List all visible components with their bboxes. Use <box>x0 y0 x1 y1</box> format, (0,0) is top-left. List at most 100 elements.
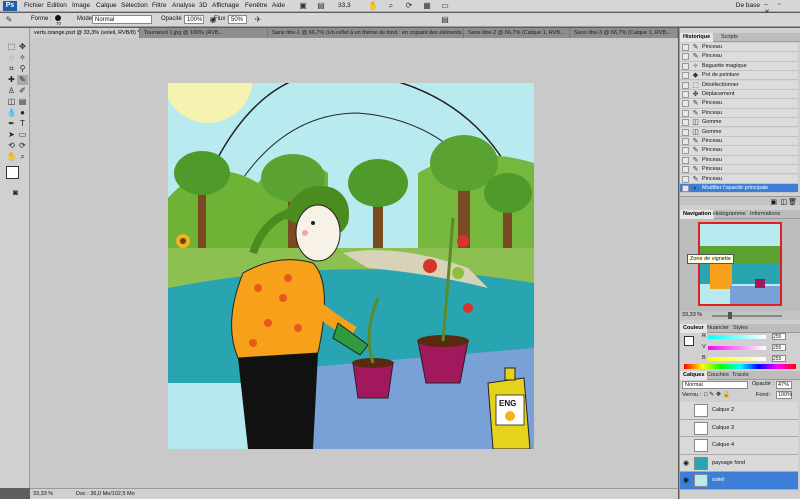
navigator-slider-handle[interactable] <box>728 312 732 319</box>
eye-hidden-icon[interactable] <box>683 407 690 414</box>
opacity-field[interactable]: 100% <box>184 15 204 24</box>
eye-visible-icon[interactable]: ◉ <box>683 477 690 484</box>
history-row[interactable]: ✥ Déplacement <box>680 90 798 100</box>
menu-analyse[interactable]: Analyse <box>172 2 195 9</box>
layer-row[interactable]: Calque 4 <box>680 437 798 455</box>
history-checkbox[interactable] <box>682 72 689 80</box>
eraser-tool-icon[interactable]: ◫ <box>6 97 17 107</box>
tab-nuancier[interactable]: Nuancier <box>704 324 732 333</box>
channel-r-slider[interactable] <box>708 335 766 339</box>
history-row[interactable]: ⬚ Désélectionner <box>680 80 798 90</box>
channel-b-value[interactable]: 255 <box>772 355 786 362</box>
tab-traces[interactable]: Tracés <box>729 371 752 380</box>
layer-name[interactable]: Calque 2 <box>712 402 734 419</box>
history-checkbox[interactable] <box>682 147 689 155</box>
history-checkbox[interactable] <box>682 138 689 145</box>
tab-document-2[interactable]: Tournesol 1.jpg @ 100% (RVB... <box>140 28 268 38</box>
crop-tool-icon[interactable]: ⌗ <box>6 64 17 74</box>
zoom-level[interactable]: 33,3 <box>338 2 351 9</box>
history-row[interactable]: ✎ Pinceau <box>680 99 798 109</box>
history-row[interactable]: ✎ Pinceau <box>680 155 798 165</box>
airbrush-icon[interactable]: ✈ <box>253 15 263 24</box>
history-row[interactable]: ✎ Pinceau <box>680 43 798 53</box>
history-row[interactable]: ✧ Baguette magique <box>680 61 798 71</box>
channel-v-slider[interactable] <box>708 346 766 350</box>
move-tool-icon[interactable]: ✥ <box>17 42 28 52</box>
zoom-tool-icon[interactable]: ⌕ <box>386 1 396 10</box>
quick-select-tool-icon[interactable]: ✧ <box>17 53 28 63</box>
history-row[interactable]: ✎ Pinceau <box>680 146 798 156</box>
history-row[interactable]: ◫ Gomme <box>680 127 798 137</box>
zoom-tool-icon[interactable]: ⌕ <box>17 152 28 162</box>
menu-fichier[interactable]: Fichier <box>24 2 44 9</box>
foreground-color-swatch[interactable] <box>6 166 19 179</box>
eye-hidden-icon[interactable] <box>683 442 690 449</box>
tab-document-5[interactable]: Sans titre-3 @ 66,7% (Calque 1, RVB... <box>570 28 678 38</box>
history-checkbox[interactable] <box>682 185 689 192</box>
menu-aide[interactable]: Aide <box>272 2 285 9</box>
delete-state-icon[interactable]: 🗑 <box>788 198 797 206</box>
eyedropper-tool-icon[interactable]: ⚲ <box>17 64 28 74</box>
brush-panel-icon[interactable]: ▤ <box>440 15 450 24</box>
history-row[interactable]: ✎ Pinceau <box>680 165 798 175</box>
gradient-tool-icon[interactable]: ▤ <box>17 97 28 107</box>
new-snapshot-icon[interactable]: ▣ <box>770 198 777 206</box>
bridge-icon[interactable]: ▣ <box>298 1 308 10</box>
history-row[interactable]: ◐ Modifier l'opacité principale <box>680 184 798 194</box>
layer-name[interactable]: Calque 4 <box>712 437 734 454</box>
tab-document-4[interactable]: Sans titre-2 @ 66,7% (Calque 1, RVB... <box>464 28 570 38</box>
menu-3d[interactable]: 3D <box>199 2 207 9</box>
history-checkbox[interactable] <box>682 91 689 98</box>
clone-stamp-tool-icon[interactable]: ♙ <box>6 86 17 96</box>
dodge-tool-icon[interactable]: ● <box>17 108 28 118</box>
layer-name[interactable]: paysage fond <box>712 455 745 472</box>
history-checkbox[interactable] <box>682 53 689 61</box>
menu-edition[interactable]: Edition <box>47 2 67 9</box>
history-checkbox[interactable] <box>682 119 689 127</box>
history-checkbox[interactable] <box>682 44 689 51</box>
shape-tool-icon[interactable]: ▭ <box>17 130 28 140</box>
tab-couches[interactable]: Couches <box>704 371 732 380</box>
tab-couleur[interactable]: Couleur <box>680 324 707 333</box>
history-checkbox[interactable] <box>682 81 689 89</box>
lasso-tool-icon[interactable]: ◌ <box>6 53 17 63</box>
hand-tool-icon[interactable]: ✋ <box>368 1 378 10</box>
history-checkbox[interactable] <box>682 109 689 117</box>
screen-mode-icon[interactable]: ▭ <box>440 1 450 10</box>
blend-mode-select[interactable]: Normal <box>682 381 748 389</box>
history-row[interactable]: ✎ Pinceau <box>680 174 798 184</box>
new-document-icon[interactable]: ◫ <box>780 198 787 206</box>
tab-historique[interactable]: Historique <box>680 33 714 42</box>
channel-b-slider[interactable] <box>708 357 766 361</box>
mode-select[interactable]: Normal <box>92 15 152 24</box>
blur-tool-icon[interactable]: 💧 <box>6 108 17 118</box>
arrange-documents-icon[interactable]: ▦ <box>422 1 432 10</box>
menu-selection[interactable]: Sélection <box>121 2 148 9</box>
layer-row[interactable]: ◉ soleil <box>680 472 798 490</box>
layer-opacity-field[interactable]: 47% <box>776 381 792 389</box>
layer-name[interactable]: soleil <box>712 472 725 489</box>
history-brush-tool-icon[interactable]: ✐ <box>17 86 28 96</box>
brush-tool-icon[interactable]: ✎ <box>4 15 14 24</box>
navigator-zoom-slider[interactable] <box>712 315 782 317</box>
brush-tool-selected-icon[interactable]: ✎ <box>17 75 28 85</box>
pen-tool-icon[interactable]: ✒ <box>6 119 17 129</box>
marquee-tool-icon[interactable]: ⬚ <box>6 42 17 52</box>
status-zoom[interactable]: 33,33 % <box>33 489 53 499</box>
tab-informations[interactable]: Informations <box>747 210 783 219</box>
channel-r-value[interactable]: 255 <box>772 333 786 340</box>
menu-image[interactable]: Image <box>72 2 90 9</box>
3d-camera-tool-icon[interactable]: ⟳ <box>17 141 28 151</box>
eye-hidden-icon[interactable] <box>683 425 690 432</box>
menu-fenetre[interactable]: Fenêtre <box>245 2 267 9</box>
3d-rotate-tool-icon[interactable]: ⟲ <box>6 141 17 151</box>
color-spectrum-bar[interactable] <box>684 364 796 369</box>
flow-field[interactable]: 50% <box>228 15 247 24</box>
history-checkbox[interactable] <box>682 62 689 70</box>
tab-navigation[interactable]: Navigation <box>680 210 715 219</box>
rotate-view-icon[interactable]: ⟳ <box>404 1 414 10</box>
workspace-switcher[interactable]: De base <box>736 2 760 9</box>
history-checkbox[interactable] <box>682 156 689 164</box>
history-checkbox[interactable] <box>682 100 689 108</box>
menu-filtre[interactable]: Filtre <box>152 2 166 9</box>
